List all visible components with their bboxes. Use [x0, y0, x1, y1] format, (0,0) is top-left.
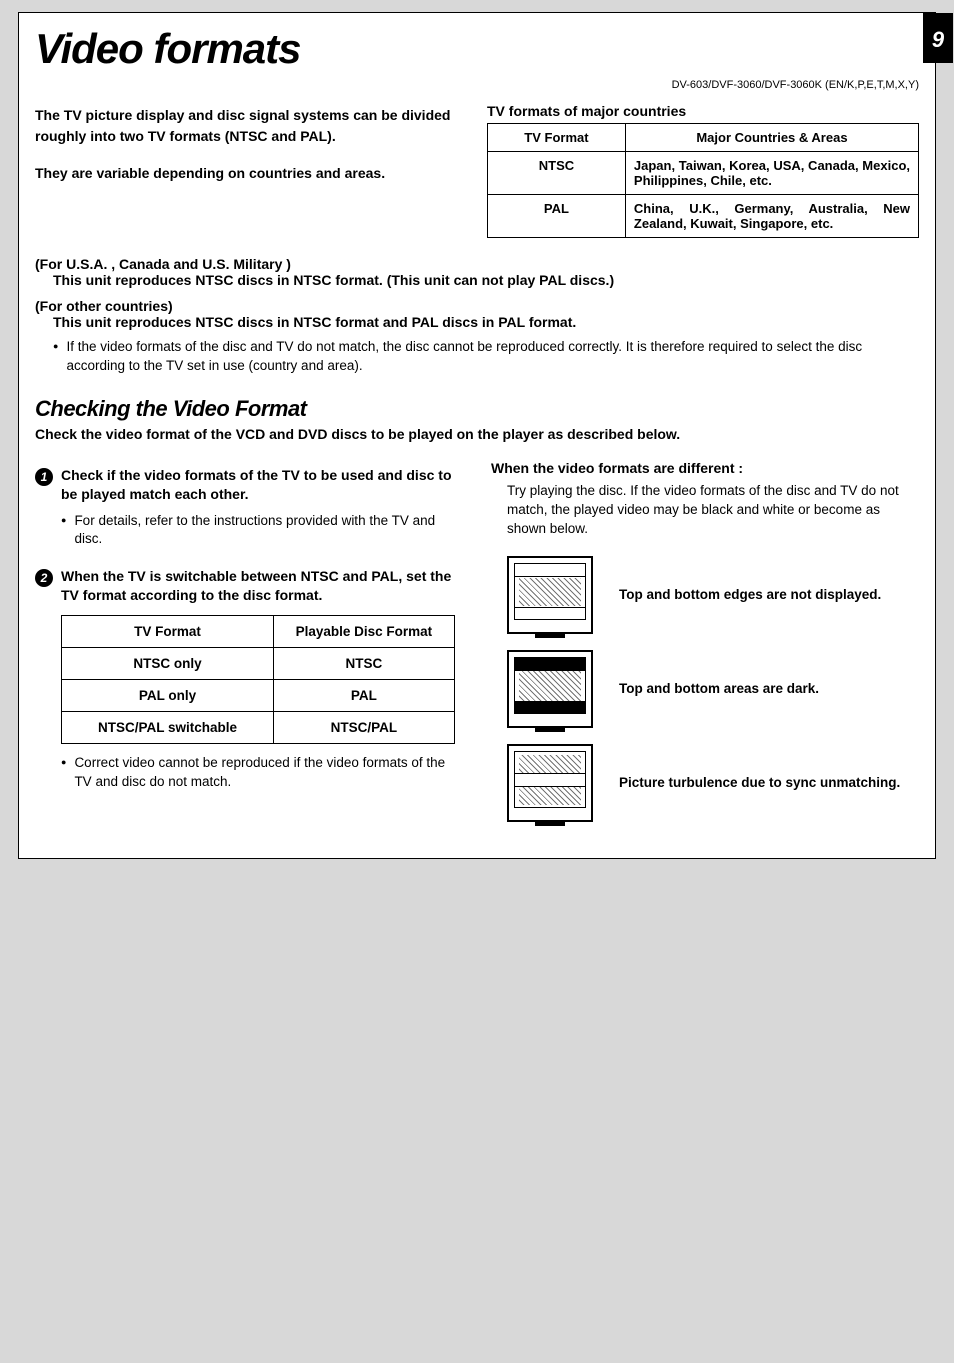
bullet-icon — [53, 338, 58, 376]
bullet-icon — [61, 754, 66, 792]
symptom-row: Top and bottom areas are dark. — [507, 650, 919, 728]
formats-cell-areas: Japan, Taiwan, Korea, USA, Canada, Mexic… — [625, 152, 918, 195]
formats-cell-format: NTSC — [488, 152, 626, 195]
intro-paragraph-2: They are variable depending on countries… — [35, 163, 467, 184]
formats-cell-areas: China, U.K., Germany, Australia, New Zea… — [625, 195, 918, 238]
symptom-row: Picture turbulence due to sync unmatchin… — [507, 744, 919, 822]
table-row: NTSC Japan, Taiwan, Korea, USA, Canada, … — [488, 152, 919, 195]
region-other-head: (For other countries) — [35, 298, 919, 314]
step-2-text: When the TV is switchable between NTSC a… — [61, 567, 463, 605]
table-row: NTSC/PAL switchable NTSC/PAL — [62, 712, 455, 744]
playable-table: TV Format Playable Disc Format NTSC only… — [61, 615, 455, 744]
symptom-1-text: Top and bottom edges are not displayed. — [619, 586, 881, 604]
table-row: NTSC only NTSC — [62, 648, 455, 680]
page-number: 9 — [923, 13, 953, 63]
playable-th-tv: TV Format — [62, 616, 274, 648]
symptom-3-text: Picture turbulence due to sync unmatchin… — [619, 774, 900, 792]
playable-cell-tv: NTSC/PAL switchable — [62, 712, 274, 744]
bullet-icon — [61, 512, 66, 550]
tv-darkbars-icon — [507, 650, 593, 728]
playable-cell-disc: NTSC — [274, 648, 455, 680]
left-bottom-bullet: Correct video cannot be reproduced if th… — [74, 754, 463, 792]
step-1-detail: For details, refer to the instructions p… — [74, 512, 463, 550]
playable-cell-tv: NTSC only — [62, 648, 274, 680]
symptom-2-text: Top and bottom areas are dark. — [619, 680, 819, 698]
symptom-row: Top and bottom edges are not displayed. — [507, 556, 919, 634]
model-line: DV-603/DVF-3060/DVF-3060K (EN/K,P,E,T,M,… — [35, 79, 919, 91]
table-row: PAL only PAL — [62, 680, 455, 712]
different-body: Try playing the disc. If the video forma… — [507, 482, 919, 539]
different-head: When the video formats are different : — [491, 460, 919, 476]
tv-crop-icon — [507, 556, 593, 634]
playable-th-disc: Playable Disc Format — [274, 616, 455, 648]
playable-cell-tv: PAL only — [62, 680, 274, 712]
formats-th-format: TV Format — [488, 124, 626, 152]
tv-turbulence-icon — [507, 744, 593, 822]
page-title: Video formats — [35, 21, 301, 73]
step-number-2: 2 — [35, 569, 53, 587]
region-usa-body: This unit reproduces NTSC discs in NTSC … — [53, 272, 919, 288]
formats-th-areas: Major Countries & Areas — [625, 124, 918, 152]
checking-sub: Check the video format of the VCD and DV… — [35, 426, 919, 442]
table-row: PAL China, U.K., Germany, Australia, New… — [488, 195, 919, 238]
formats-table-caption: TV formats of major countries — [487, 103, 919, 119]
playable-cell-disc: PAL — [274, 680, 455, 712]
step-number-1: 1 — [35, 468, 53, 486]
formats-table: TV Format Major Countries & Areas NTSC J… — [487, 123, 919, 238]
region-bullet-text: If the video formats of the disc and TV … — [66, 338, 919, 376]
intro-paragraph-1: The TV picture display and disc signal s… — [35, 105, 467, 147]
checking-title: Checking the Video Format — [35, 396, 919, 422]
playable-cell-disc: NTSC/PAL — [274, 712, 455, 744]
formats-cell-format: PAL — [488, 195, 626, 238]
region-usa-head: (For U.S.A. , Canada and U.S. Military ) — [35, 256, 919, 272]
region-other-body: This unit reproduces NTSC discs in NTSC … — [53, 314, 919, 330]
step-1-text: Check if the video formats of the TV to … — [61, 466, 463, 504]
